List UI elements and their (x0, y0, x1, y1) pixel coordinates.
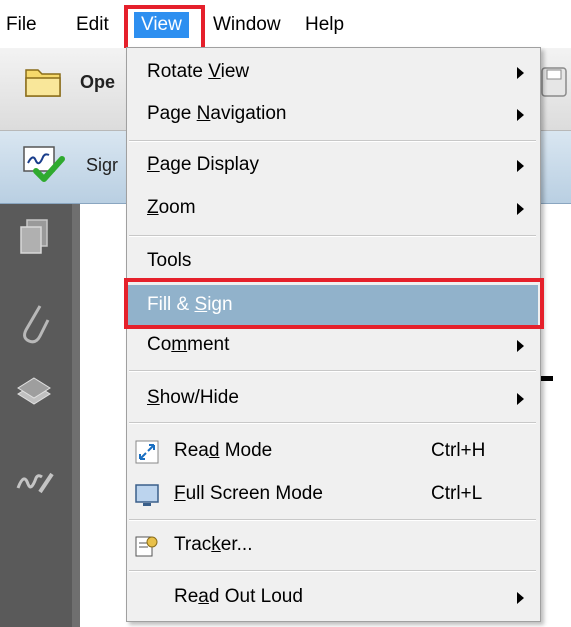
menu-item-tools[interactable]: Tools (127, 243, 538, 279)
menu-edit[interactable]: Edit (76, 12, 109, 38)
submenu-arrow-icon (517, 109, 524, 121)
read-mode-icon (135, 440, 159, 464)
menu-item-label: Full Screen Mode (174, 483, 323, 504)
menu-item-tracker[interactable]: Tracker... (127, 527, 538, 563)
menu-item-label: Rotate View (147, 61, 250, 82)
open-button-label[interactable]: Ope (80, 72, 115, 93)
menu-item-label: Tracker... (174, 534, 253, 555)
menu-item-rotate-view[interactable]: Rotate View (127, 54, 538, 90)
menu-item-label: Page Navigation (147, 103, 287, 124)
menu-item-read-mode[interactable]: Read Mode Ctrl+H (127, 433, 538, 469)
menu-item-label: Show/Hide (147, 387, 239, 408)
menu-separator (129, 422, 536, 424)
menu-item-show-hide[interactable]: Show/Hide (127, 380, 538, 416)
menu-item-label: Read Out Loud (174, 586, 303, 607)
menu-separator (129, 370, 536, 372)
page-text-fragment (541, 376, 553, 381)
menu-separator (129, 570, 536, 572)
fill-sign-highlight (124, 278, 544, 329)
sign-icon[interactable] (22, 145, 68, 185)
pages-icon[interactable] (18, 218, 50, 256)
submenu-arrow-icon (517, 340, 524, 352)
layers-icon[interactable] (14, 374, 54, 414)
menu-item-label: Comment (147, 334, 230, 355)
menu-item-page-navigation[interactable]: Page Navigation (127, 96, 538, 132)
menu-file[interactable]: File (6, 12, 37, 38)
submenu-arrow-icon (517, 592, 524, 604)
full-screen-icon (135, 484, 159, 506)
menu-item-page-display[interactable]: Page Display (127, 147, 538, 183)
menu-separator (129, 235, 536, 237)
submenu-arrow-icon (517, 67, 524, 79)
menu-bar: File Edit View Window Help (0, 0, 571, 48)
view-menu-dropdown: Rotate View Page Navigation Page Display… (126, 47, 541, 622)
folder-icon[interactable] (24, 64, 64, 98)
menu-item-full-screen-mode[interactable]: Full Screen Mode Ctrl+L (127, 476, 538, 512)
sign-button-label[interactable]: Sigr (86, 155, 118, 176)
menu-item-read-out-loud[interactable]: Read Out Loud (127, 579, 538, 615)
attachment-icon[interactable] (18, 300, 50, 346)
shortcut-label: Ctrl+L (431, 483, 483, 504)
menu-item-comment[interactable]: Comment (127, 327, 538, 363)
menu-help[interactable]: Help (305, 12, 344, 38)
submenu-arrow-icon (517, 160, 524, 172)
menu-item-label: Tools (147, 250, 192, 271)
menu-separator (129, 519, 536, 521)
tracker-icon (135, 536, 158, 557)
menu-item-label: Zoom (147, 197, 196, 218)
shortcut-label: Ctrl+H (431, 440, 486, 461)
menu-window[interactable]: Window (213, 12, 281, 38)
submenu-arrow-icon (517, 203, 524, 215)
menu-item-zoom[interactable]: Zoom (127, 190, 538, 226)
menu-item-label: Page Display (147, 154, 259, 175)
submenu-arrow-icon (517, 393, 524, 405)
signatures-icon[interactable] (14, 464, 56, 498)
left-sidebar (0, 204, 72, 627)
menu-separator (129, 140, 536, 142)
save-icon[interactable] (540, 66, 568, 98)
menu-item-label: Read Mode (174, 440, 273, 461)
